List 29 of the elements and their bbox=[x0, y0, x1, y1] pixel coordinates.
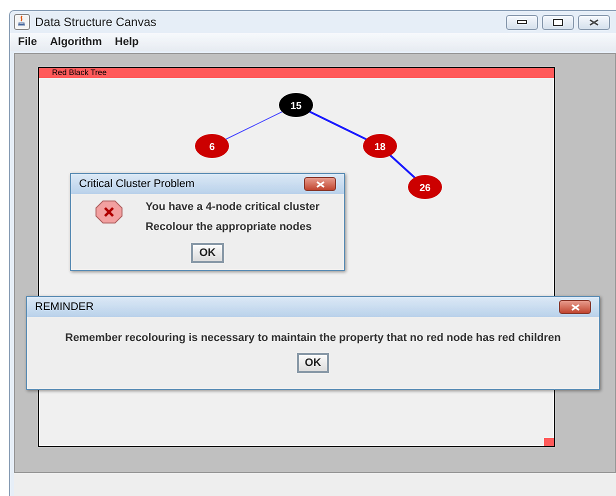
dialog-title: REMINDER bbox=[35, 300, 94, 315]
menu-item[interactable]: File bbox=[18, 34, 37, 50]
ok-button[interactable]: OK bbox=[296, 353, 330, 374]
menu-item[interactable]: Help bbox=[114, 34, 139, 50]
close-button[interactable] bbox=[578, 14, 610, 30]
tree-node: 26 bbox=[408, 175, 442, 199]
tree-node: 15 bbox=[279, 93, 313, 117]
tree-node: 6 bbox=[195, 134, 229, 158]
window-title: Data Structure Canvas bbox=[35, 14, 156, 31]
menu-item[interactable]: Algorithm bbox=[50, 34, 102, 50]
resize-handle[interactable] bbox=[544, 438, 554, 446]
canvas-title: Red Black Tree bbox=[52, 69, 107, 77]
close-button[interactable] bbox=[304, 177, 336, 191]
close-button[interactable] bbox=[559, 300, 591, 314]
message-text: Recolour the appropriate nodes bbox=[145, 220, 313, 235]
message-text: Remember recolouring is necessary to maintain the property that no red node has red children bbox=[65, 330, 561, 346]
tree-node: 18 bbox=[363, 134, 397, 158]
maximize-icon bbox=[553, 18, 563, 26]
minimize-button[interactable] bbox=[506, 14, 538, 30]
close-icon bbox=[570, 304, 580, 310]
ok-button[interactable]: OK bbox=[191, 242, 224, 262]
error-icon bbox=[95, 200, 124, 224]
close-icon bbox=[589, 18, 599, 26]
dialog-title: Critical Cluster Problem bbox=[79, 176, 195, 192]
minimize-icon bbox=[517, 20, 527, 24]
maximize-button[interactable] bbox=[542, 14, 574, 30]
message-text: You have a 4-node critical cluster bbox=[145, 200, 320, 214]
close-icon bbox=[316, 180, 324, 188]
coffee-cup-icon bbox=[14, 14, 30, 30]
